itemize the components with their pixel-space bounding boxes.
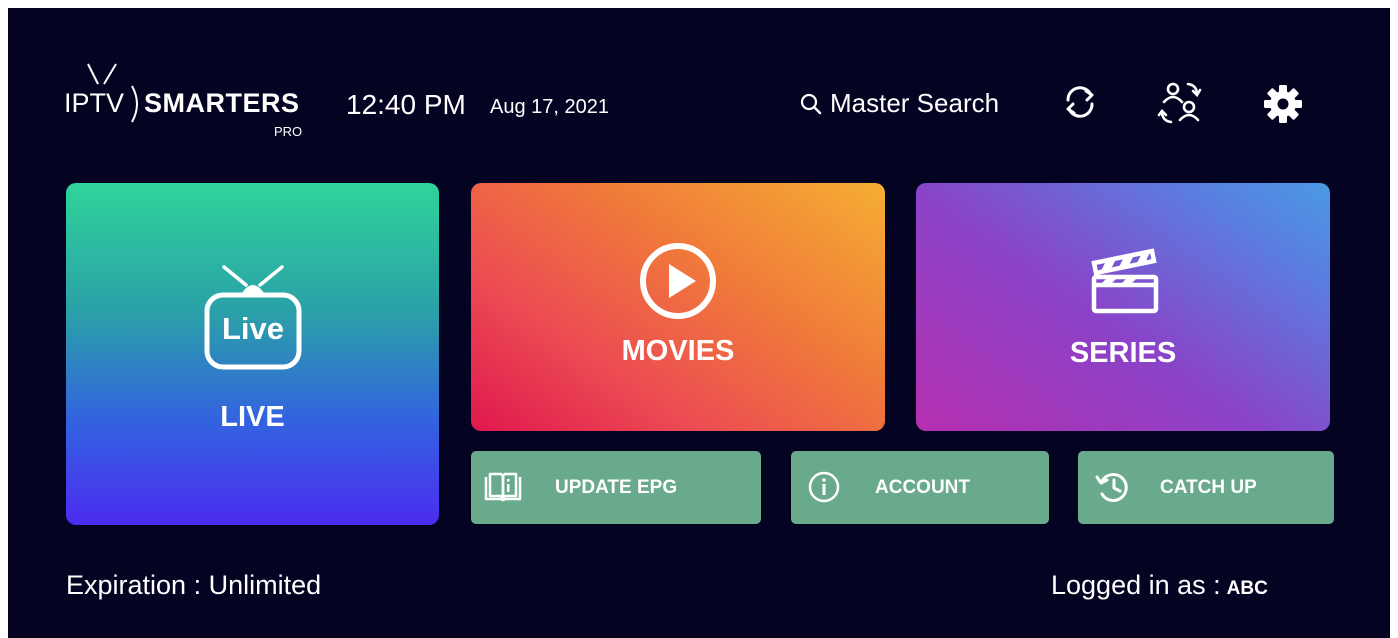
logged-in-status: Logged in as : ABC	[1051, 570, 1268, 601]
master-search-button[interactable]: Master Search	[800, 88, 999, 119]
refresh-icon[interactable]	[1060, 82, 1100, 122]
logo-bracket-icon	[131, 85, 138, 123]
switch-user-icon[interactable]	[1156, 80, 1206, 126]
search-icon	[800, 93, 822, 114]
logo-text-smarters: SMARTERS	[144, 88, 300, 118]
clock-time: 12:40 PM	[346, 89, 466, 120]
home-screen: IPTV SMARTERS PRO 12:40 PM Aug 17, 2021 …	[8, 8, 1390, 638]
history-clock-icon	[1095, 473, 1128, 502]
logo-text-pro: PRO	[274, 124, 303, 139]
app-logo: IPTV SMARTERS PRO	[64, 62, 334, 154]
antenna-icon	[87, 63, 117, 85]
account-button[interactable]: ACCOUNT	[791, 451, 1049, 524]
logged-in-user: ABC	[1226, 578, 1268, 599]
movies-tile[interactable]: MOVIES	[471, 183, 885, 431]
update-epg-button[interactable]: UPDATE EPG	[471, 451, 761, 524]
series-tile[interactable]: SERIES	[916, 183, 1330, 431]
logo-text-iptv: IPTV	[64, 88, 125, 118]
master-search-label: Master Search	[830, 88, 1000, 118]
catch-up-button[interactable]: CATCH UP	[1078, 451, 1334, 524]
live-tile[interactable]: Live LIVE	[66, 183, 439, 525]
book-icon	[484, 472, 522, 502]
play-circle-icon	[640, 243, 716, 319]
clock-date: Aug 17, 2021	[490, 96, 609, 118]
info-icon	[808, 471, 840, 503]
live-label: LIVE	[220, 401, 285, 433]
movies-label: MOVIES	[621, 335, 735, 367]
live-badge-text: Live	[221, 311, 285, 346]
update-epg-label: UPDATE EPG	[555, 477, 678, 498]
account-label: ACCOUNT	[875, 477, 970, 498]
logged-in-prefix: Logged in as :	[1051, 570, 1221, 600]
series-label: SERIES	[1069, 337, 1177, 369]
catch-up-label: CATCH UP	[1160, 477, 1257, 498]
gear-icon[interactable]	[1262, 83, 1304, 125]
expiration-status: Expiration : Unlimited	[66, 570, 322, 600]
clapperboard-icon	[1091, 248, 1159, 314]
